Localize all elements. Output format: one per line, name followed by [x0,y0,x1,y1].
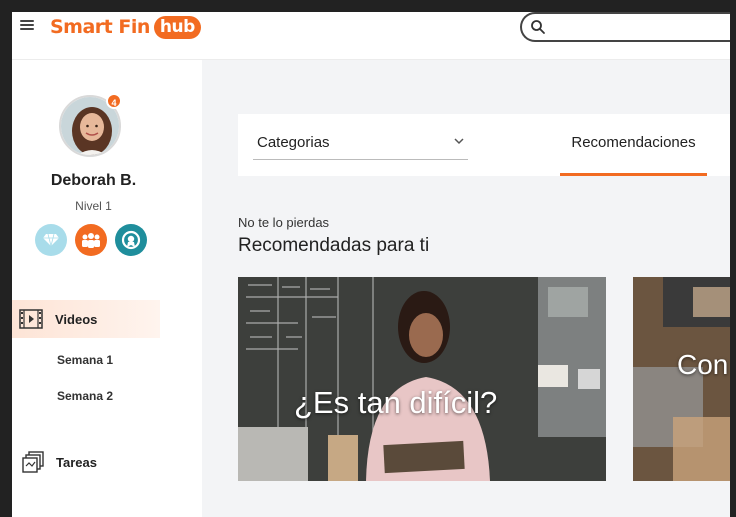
sidebar-item-label: Tareas [56,454,97,470]
main-content: Categorias Recomendaciones No te lo pier… [202,60,730,517]
tasks-icon [22,451,44,473]
chevron-down-icon [454,138,464,145]
logo-text: Smart Fin [50,16,150,38]
hamburger-menu-icon[interactable] [20,18,34,32]
video-card[interactable]: Con [633,277,730,481]
section-title: Recomendadas para ti [238,235,430,256]
diamond-badge-icon[interactable] [35,224,67,256]
search-input[interactable] [520,12,730,42]
app-logo[interactable]: Smart Fin hub [50,13,201,41]
section-eyebrow: No te lo pierdas [238,215,330,230]
sidebar-item-semana-2[interactable]: Semana 2 [57,389,113,403]
video-card-title: Con [677,349,729,380]
sidebar-item-label: Videos [55,311,98,327]
active-tab-indicator [560,173,707,176]
user-level: Nivel 1 [75,199,112,213]
sidebar-item-videos[interactable]: Videos [12,300,160,338]
film-icon [19,309,43,329]
logo-badge: hub [153,15,201,39]
search-icon [531,20,545,34]
categories-dropdown[interactable]: Categorias [253,124,468,160]
tab-label: Recomendaciones [571,134,696,151]
group-badge-icon[interactable] [75,224,107,256]
top-header: Smart Fin hub [12,12,730,60]
achievement-badges [35,224,147,256]
sidebar-item-tareas[interactable]: Tareas [12,450,97,474]
video-card-title: ¿Es tan difícil? [294,385,498,420]
app-window: Smart Fin hub 4 Deborah B. Nivel 1 Video… [12,12,730,517]
notification-badge[interactable]: 4 [106,93,122,109]
video-thumbnail [238,277,606,481]
award-badge-icon[interactable] [115,224,147,256]
sidebar-item-semana-1[interactable]: Semana 1 [57,353,113,367]
video-card[interactable]: ¿Es tan difícil? [238,277,606,481]
tab-recomendaciones[interactable]: Recomendaciones [560,114,707,176]
filter-bar: Categorias Recomendaciones [238,114,730,176]
user-name: Deborah B. [50,172,137,189]
dropdown-label: Categorias [257,134,330,151]
sidebar: 4 Deborah B. Nivel 1 Videos Semana 1 Sem… [12,60,202,517]
